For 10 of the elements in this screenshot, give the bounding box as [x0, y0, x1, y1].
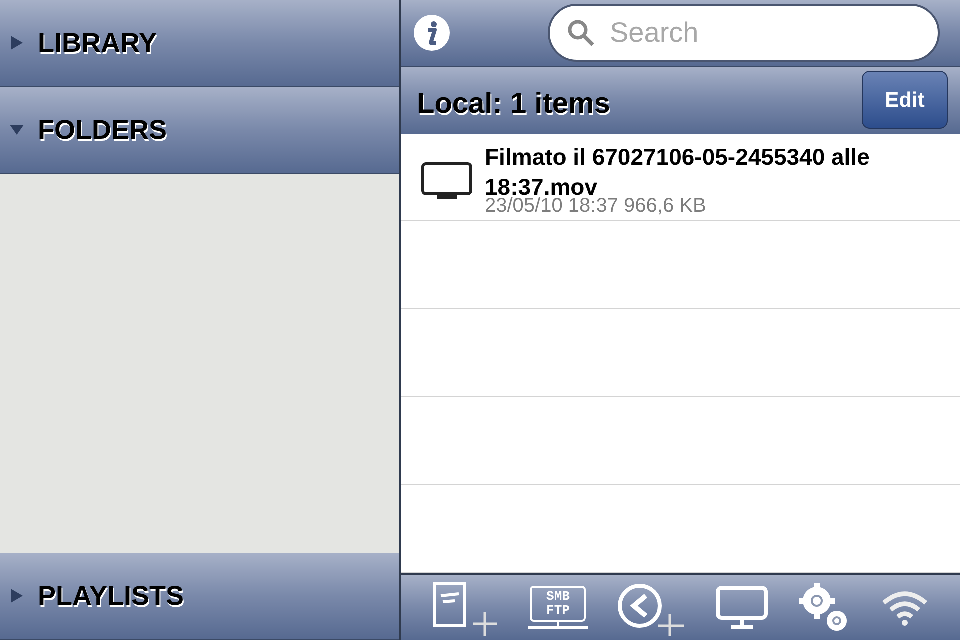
monitor-icon[interactable] — [715, 584, 770, 631]
edit-button[interactable]: Edit — [862, 71, 948, 130]
sidebar-section-header[interactable]: LIBRARY — [0, 0, 399, 87]
search-icon — [566, 18, 596, 48]
list-title: Local: 1 items — [417, 86, 610, 122]
search-field[interactable]: Search — [548, 4, 940, 62]
sidebar-section-header[interactable]: PLAYLISTS — [0, 553, 399, 640]
info-icon[interactable] — [413, 14, 451, 52]
wifi-icon[interactable] — [880, 588, 930, 627]
sidebar-section-header[interactable]: FOLDERS — [0, 87, 399, 174]
